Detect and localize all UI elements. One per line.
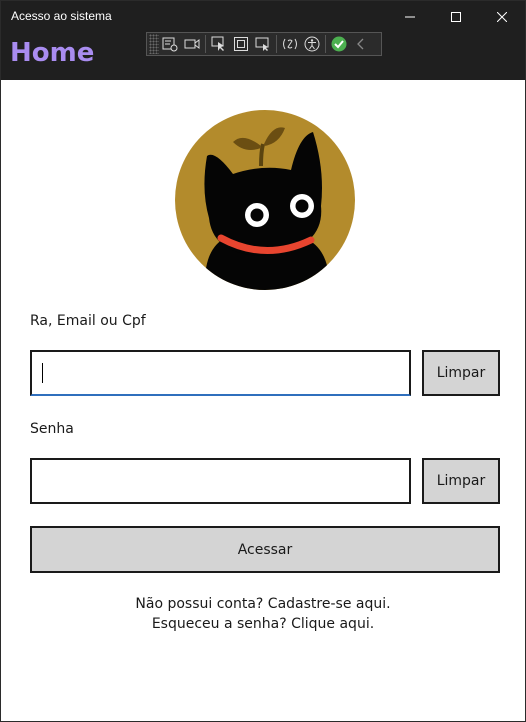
select-element-icon[interactable] [159,33,181,55]
password-label: Senha [30,421,74,437]
window-title: Acesso ao sistema [11,9,112,23]
clear-password-button[interactable]: Limpar [422,458,500,504]
check-ok-icon[interactable] [328,33,350,55]
cat-avatar-icon [204,127,330,290]
minimize-button[interactable] [387,1,433,32]
page-title: Home [10,38,95,68]
app-window: Acesso ao sistema Home Ra, Email ou Cpf … [0,0,526,722]
user-input[interactable] [30,350,411,396]
password-input[interactable] [30,458,411,504]
signup-link[interactable]: Não possui conta? Cadastre-se aqui. [1,596,525,612]
title-bar[interactable]: Acesso ao sistema [1,1,525,32]
minimize-icon [405,16,415,17]
clear-user-button[interactable]: Limpar [422,350,500,396]
collapse-icon[interactable] [350,33,372,55]
accessibility-icon[interactable] [301,33,323,55]
drag-grip[interactable] [149,34,159,54]
forgot-password-link[interactable]: Esqueceu a senha? Clique aqui. [1,616,525,632]
app-bar: Home [1,32,525,80]
close-button[interactable] [479,1,525,32]
frame-icon[interactable] [230,33,252,55]
maximize-icon [451,11,461,22]
hot-reload-icon[interactable] [279,33,301,55]
maximize-button[interactable] [433,1,479,32]
record-icon[interactable] [181,33,203,55]
close-icon [497,11,507,22]
pointer-icon[interactable] [208,33,230,55]
user-label: Ra, Email ou Cpf [30,313,146,329]
submit-button[interactable]: Acessar [30,526,500,573]
user-avatar [175,110,355,290]
debug-toolbar [146,32,382,56]
text-caret [42,363,43,383]
layout-icon[interactable] [252,33,274,55]
